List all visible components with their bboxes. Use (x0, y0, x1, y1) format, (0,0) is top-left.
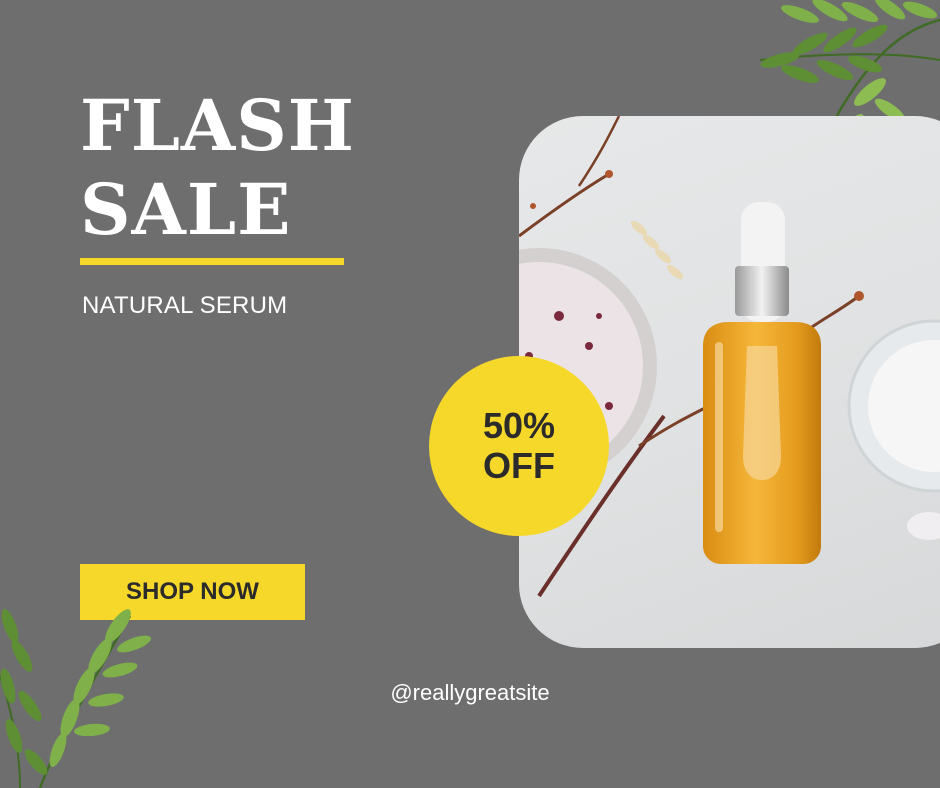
badge-percent: 50% (482, 405, 556, 446)
title-line-1: FLASH (80, 84, 355, 167)
page-title: FLASH SALE (80, 84, 355, 252)
flash-sale-banner: FLASH SALE NATURAL SERUM 50% OFF SHOP NO… (0, 0, 940, 788)
title-line-2: SALE (80, 168, 292, 251)
website-handle[interactable]: @reallygreatsite (0, 680, 940, 706)
discount-badge: 50% OFF (429, 356, 609, 536)
title-underline (80, 258, 344, 265)
subtitle: NATURAL SERUM (82, 292, 288, 319)
badge-off: OFF (483, 445, 555, 486)
